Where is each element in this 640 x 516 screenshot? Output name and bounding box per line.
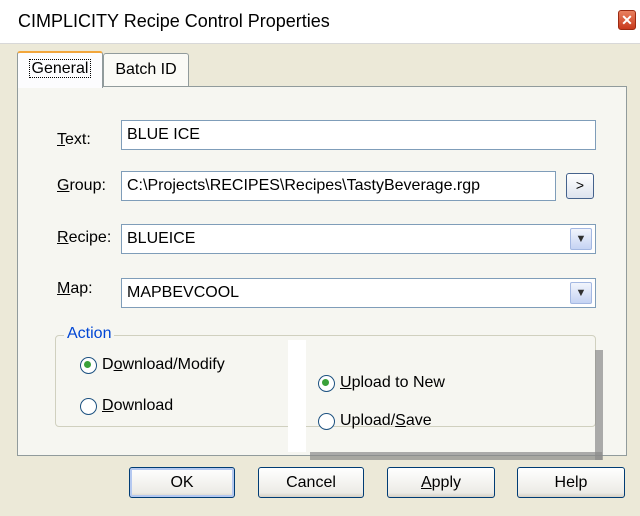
radio-download-modify[interactable]: Download/Modify — [80, 356, 225, 374]
ok-button[interactable]: OK — [129, 467, 235, 498]
radio-download-label: Download — [102, 397, 174, 414]
radio-download-modify-label: Download/Modify — [102, 356, 225, 373]
radio-unchecked-icon — [318, 412, 335, 430]
text-field[interactable]: BLUE ICE — [121, 120, 596, 150]
recipe-label: Recipe: — [57, 229, 112, 246]
radio-upload-save-label: Upload/Save — [340, 412, 432, 429]
recipe-dropdown-button[interactable]: ▼ — [570, 228, 592, 250]
apply-button[interactable]: Apply — [387, 467, 495, 498]
radio-upload-to-new-label: Upload to New — [340, 374, 445, 391]
radio-upload-save[interactable]: Upload/Save — [318, 412, 432, 430]
drop-shadow — [310, 452, 602, 460]
action-group-title: Action — [64, 325, 115, 343]
radio-checked-icon — [318, 374, 335, 392]
map-dropdown[interactable]: MAPBEVCOOL — [121, 278, 596, 308]
overlay-strip — [288, 340, 306, 452]
radio-download[interactable]: Download — [80, 397, 173, 415]
chevron-down-icon: ▼ — [575, 287, 587, 299]
chevron-down-icon: ▼ — [575, 233, 587, 245]
radio-checked-icon — [80, 356, 97, 374]
group-browse-button[interactable]: > — [566, 173, 594, 199]
radio-unchecked-icon — [80, 397, 97, 415]
map-label: Map: — [57, 280, 93, 297]
text-label: Text: — [57, 131, 91, 148]
cancel-button[interactable]: Cancel — [258, 467, 364, 498]
radio-upload-to-new[interactable]: Upload to New — [318, 374, 445, 392]
map-dropdown-button[interactable]: ▼ — [570, 282, 592, 304]
group-field[interactable]: C:\Projects\RECIPES\Recipes\TastyBeverag… — [121, 171, 556, 201]
help-button[interactable]: Help — [517, 467, 625, 498]
recipe-dropdown[interactable]: BLUEICE — [121, 224, 596, 254]
drop-shadow — [595, 350, 603, 460]
group-label: Group: — [57, 177, 106, 194]
chevron-right-icon: > — [575, 177, 585, 193]
